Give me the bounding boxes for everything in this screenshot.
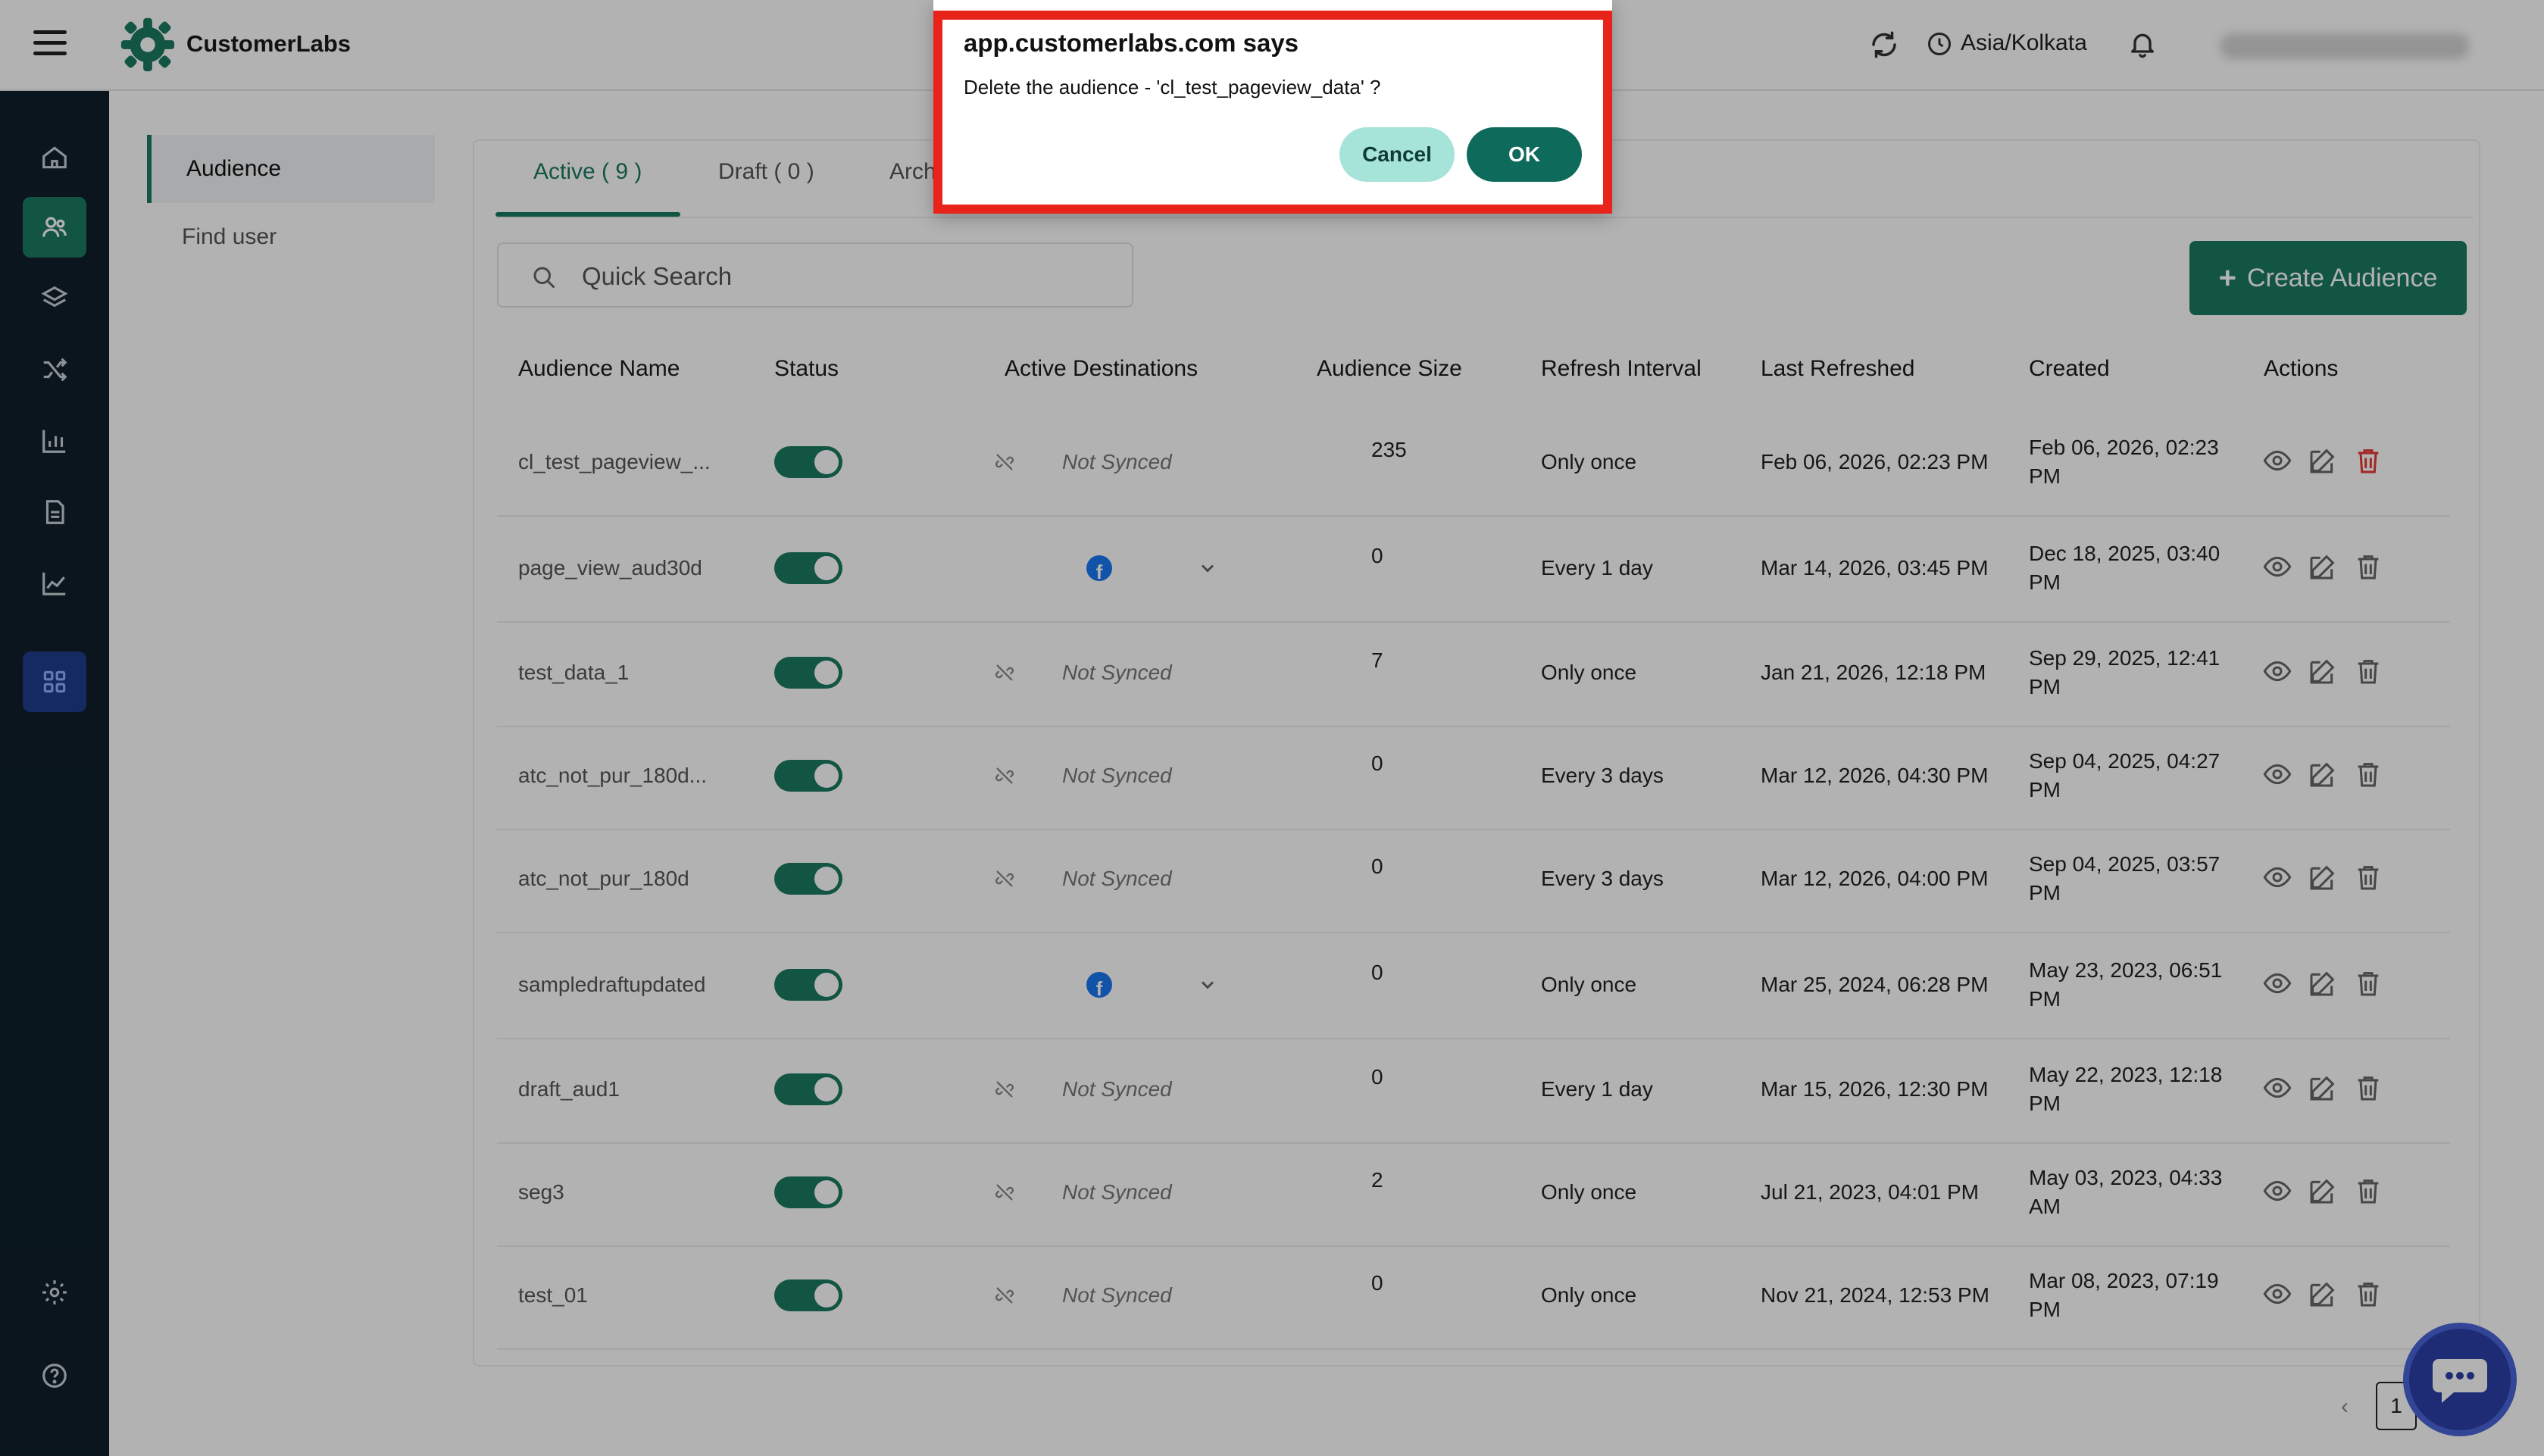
ok-button[interactable]: OK — [1467, 127, 1582, 182]
dialog-title: app.customerlabs.com says — [964, 29, 1299, 57]
cancel-button[interactable]: Cancel — [1339, 127, 1455, 182]
modal-backdrop — [0, 0, 2544, 1456]
dialog-message: Delete the audience - 'cl_test_pageview_… — [964, 76, 1381, 98]
app-window: CustomerLabs Asia/Kolkata Audience Find … — [0, 0, 2544, 1456]
